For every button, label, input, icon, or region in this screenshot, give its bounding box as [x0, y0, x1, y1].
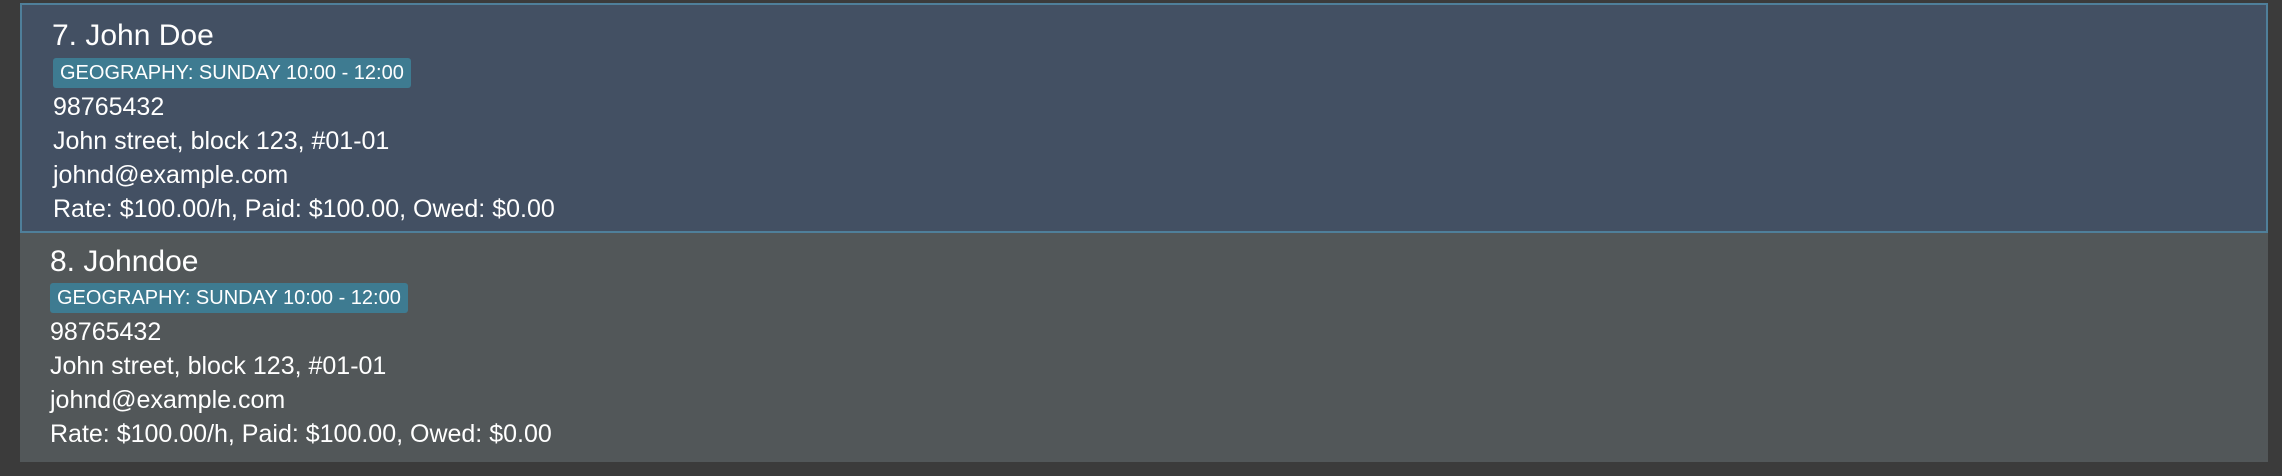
person-list[interactable]: 7. John Doe GEOGRAPHY: SUNDAY 10:00 - 12…	[20, 0, 2268, 462]
person-email: johnd@example.com	[50, 386, 286, 414]
person-email: johnd@example.com	[53, 161, 289, 189]
person-rate: Rate: $100.00/h, Paid: $100.00, Owed: $0…	[50, 420, 552, 448]
person-rate: Rate: $100.00/h, Paid: $100.00, Owed: $0…	[53, 195, 555, 223]
person-name: 8. Johndoe	[50, 245, 199, 278]
person-card-7[interactable]: 7. John Doe GEOGRAPHY: SUNDAY 10:00 - 12…	[20, 3, 2268, 233]
person-phone: 98765432	[53, 93, 165, 121]
person-address: John street, block 123, #01-01	[53, 127, 390, 155]
lesson-tag: GEOGRAPHY: SUNDAY 10:00 - 12:00	[50, 283, 408, 313]
person-address: John street, block 123, #01-01	[50, 352, 387, 380]
lesson-tag: GEOGRAPHY: SUNDAY 10:00 - 12:00	[53, 58, 411, 88]
person-phone: 98765432	[50, 318, 162, 346]
person-card-8[interactable]: 8. Johndoe GEOGRAPHY: SUNDAY 10:00 - 12:…	[20, 233, 2268, 462]
person-name: 7. John Doe	[52, 19, 214, 52]
